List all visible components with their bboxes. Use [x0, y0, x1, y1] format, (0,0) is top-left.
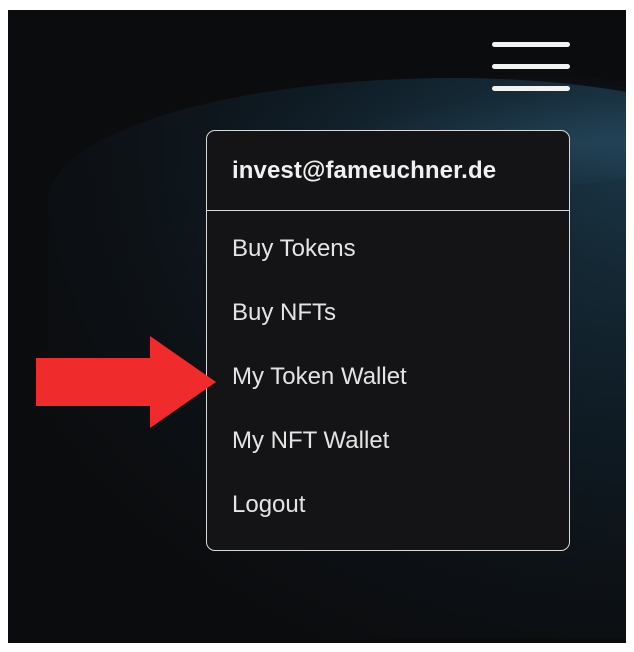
account-dropdown-menu: invest@fameuchner.de Buy Tokens Buy NFTs… — [206, 130, 570, 551]
annotation-arrow-icon — [36, 336, 216, 428]
menu-item-my-token-wallet[interactable]: My Token Wallet — [207, 345, 569, 409]
app-viewport: invest@fameuchner.de Buy Tokens Buy NFTs… — [8, 10, 626, 643]
arrow-shape — [36, 336, 216, 428]
menu-header: invest@fameuchner.de — [207, 131, 569, 211]
account-email: invest@fameuchner.de — [232, 156, 497, 184]
hamburger-bar — [492, 86, 570, 91]
menu-item-buy-tokens[interactable]: Buy Tokens — [207, 217, 569, 281]
menu-item-my-nft-wallet[interactable]: My NFT Wallet — [207, 409, 569, 473]
menu-item-logout[interactable]: Logout — [207, 473, 569, 537]
hamburger-bar — [492, 64, 570, 69]
menu-item-buy-nfts[interactable]: Buy NFTs — [207, 281, 569, 345]
hamburger-menu-icon[interactable] — [492, 40, 570, 94]
screenshot-page: invest@fameuchner.de Buy Tokens Buy NFTs… — [0, 0, 634, 652]
hamburger-bar — [492, 42, 570, 47]
menu-list: Buy Tokens Buy NFTs My Token Wallet My N… — [207, 211, 569, 537]
